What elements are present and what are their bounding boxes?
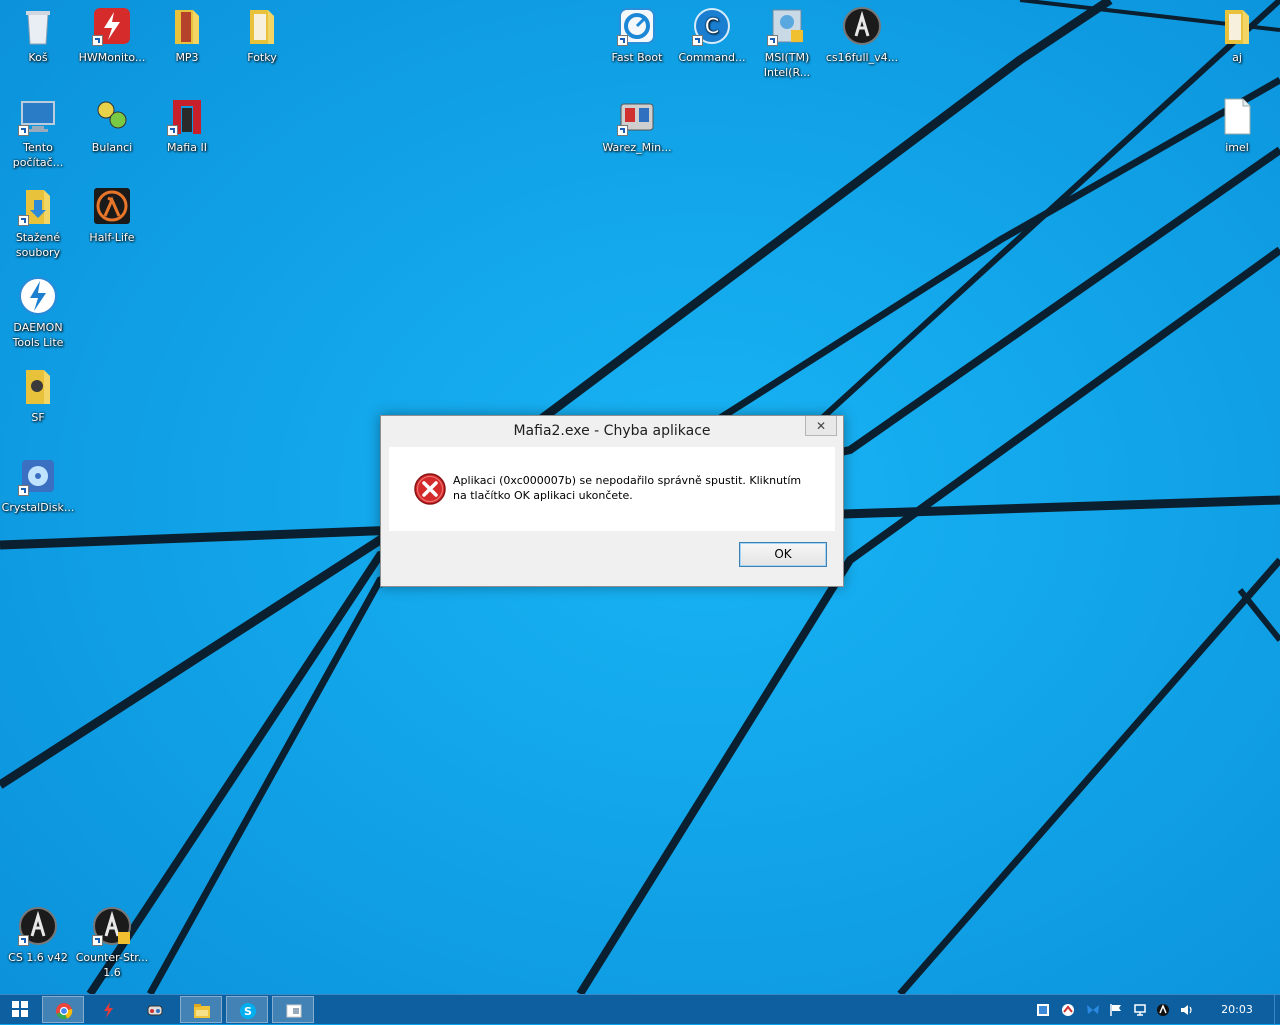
flag-icon[interactable] [1109, 1003, 1123, 1017]
volume-icon[interactable] [1180, 1003, 1194, 1017]
ok-button[interactable]: OK [739, 542, 827, 567]
recycle-bin-icon [18, 6, 58, 46]
desktop-icon-crystaldisk[interactable]: CrystalDisk... [0, 450, 76, 515]
desktop-icon-daemon-tools[interactable]: DAEMON Tools Lite [0, 270, 76, 350]
chrome-icon [56, 1003, 73, 1020]
desktop-icon-label: Command... [678, 51, 746, 64]
svg-text:C: C [705, 14, 719, 38]
folder-icon [18, 366, 58, 406]
dialog-body: Aplikaci (0xc000007b) se nepodařilo sprá… [389, 447, 835, 531]
taskbar-window[interactable] [272, 996, 314, 1023]
skype-icon: S [240, 1003, 256, 1019]
desktop-icon-aj[interactable]: aj [1199, 0, 1275, 65]
error-message: Aplikaci (0xc000007b) se nepodařilo sprá… [453, 474, 802, 502]
desktop-icon-label: Counter-Str... 1.6 [75, 951, 149, 979]
desktop-icon-cs16full[interactable]: cs16full_v4... [824, 0, 900, 65]
desktop-icon-downloads[interactable]: Stažené soubory [0, 180, 76, 260]
taskbar-game[interactable] [134, 996, 176, 1023]
error-icon [414, 473, 446, 505]
desktop-icon-label: MSI(TM) Intel(R... [763, 51, 811, 79]
desktop-icon-mp3[interactable]: MP3 [149, 0, 225, 65]
file-icon [1217, 96, 1257, 136]
desktop-icon-label: Mafia II [167, 141, 207, 154]
taskbar: S 20:03 [0, 994, 1280, 1025]
desktop-icon-half-life[interactable]: Half-Life [74, 180, 150, 245]
taskbar-hwmonitor[interactable] [88, 996, 130, 1023]
desktop-icon-label: Tento počítač... [12, 141, 64, 169]
hwmonitor-icon [104, 1002, 113, 1018]
start-button[interactable] [0, 996, 42, 1023]
desktop-icon-warez-min[interactable]: Warez_Min... [599, 90, 675, 155]
butterfly-icon[interactable] [1086, 1003, 1100, 1017]
counter-strike-icon [842, 6, 882, 46]
desktop-icon-label: CS 1.6 v42 [8, 951, 68, 964]
taskbar-file-explorer[interactable] [180, 996, 222, 1023]
folder-icon [167, 6, 207, 46]
desktop-icon-label: Bulanci [91, 141, 133, 154]
bulanci-icon [92, 96, 132, 136]
downloads-folder-icon [18, 186, 58, 226]
window-icon [286, 1004, 302, 1018]
desktop-icon-label: CrystalDisk... [1, 501, 75, 514]
desktop-icon-counter-strike[interactable]: Counter-Str... 1.6 [74, 900, 150, 980]
desktop-icon-label: Fast Boot [611, 51, 663, 64]
taskbar-skype[interactable]: S [226, 996, 268, 1023]
desktop-icon-label: Warez_Min... [602, 141, 672, 154]
desktop-icon-label: SF [31, 411, 45, 424]
network-icon[interactable] [1133, 1003, 1147, 1017]
desktop-icon-fotky[interactable]: Fotky [224, 0, 300, 65]
desktop-icon-this-pc[interactable]: Tento počítač... [0, 90, 76, 170]
desktop-icon-hwmonitor[interactable]: HWMonito... [74, 0, 150, 65]
desktop-icon-label: Stažené soubory [15, 231, 61, 259]
start-icon [12, 1001, 28, 1017]
daemon-tools-icon [18, 276, 58, 316]
desktop-icon-imel[interactable]: imel [1199, 90, 1275, 155]
desktop-icon-sf[interactable]: SF [0, 360, 76, 425]
desktop-icon-label: Koš [28, 51, 48, 64]
app-tray-icon[interactable] [1156, 1003, 1170, 1017]
computer-icon [18, 96, 58, 136]
game-icon [147, 1005, 163, 1016]
desktop-icon-label: cs16full_v4... [825, 51, 899, 64]
msi-icon [767, 6, 807, 46]
taskbar-chrome[interactable] [42, 996, 84, 1023]
folder-icon [1217, 6, 1257, 46]
dialog-title[interactable]: Mafia2.exe - Chyba aplikace [381, 416, 843, 446]
hwmonitor-icon [92, 6, 132, 46]
counter-strike-icon [18, 906, 58, 946]
desktop-icon-label: imel [1225, 141, 1249, 154]
command-center-icon: C [692, 6, 732, 46]
desktop-icon-label: Half-Life [89, 231, 135, 244]
counter-strike-icon [92, 906, 132, 946]
clock[interactable]: 20:03 [1212, 995, 1262, 1025]
warez-icon [617, 96, 657, 136]
desktop-icon-bulanci[interactable]: Bulanci [74, 90, 150, 155]
desktop-icon-fast-boot[interactable]: Fast Boot [599, 0, 675, 65]
half-life-icon [92, 186, 132, 226]
desktop-icon-label: DAEMON Tools Lite [12, 321, 64, 349]
svg-text:S: S [244, 1005, 252, 1018]
mafia-icon [167, 96, 207, 136]
dialog-footer: OK [389, 531, 835, 579]
desktop-icon-command-center[interactable]: C Command... [674, 0, 750, 65]
desktop-icon-label: Fotky [247, 51, 277, 64]
cloud-icon[interactable] [1061, 1003, 1075, 1017]
desktop-icon-recycle-bin[interactable]: Koš [0, 0, 76, 65]
network-app-icon[interactable] [1036, 1003, 1050, 1017]
desktop-icon-label: HWMonito... [78, 51, 146, 64]
show-desktop-button[interactable] [1274, 995, 1280, 1025]
fast-boot-icon [617, 6, 657, 46]
desktop-icon-label: MP3 [175, 51, 199, 64]
desktop-icon-cs16-v42[interactable]: CS 1.6 v42 [0, 900, 76, 965]
desktop-icon-mafia-ii[interactable]: Mafia II [149, 90, 225, 155]
close-button[interactable]: ✕ [805, 416, 837, 436]
file-explorer-icon [194, 1004, 210, 1018]
error-dialog: Mafia2.exe - Chyba aplikace ✕ Aplikaci (… [380, 415, 844, 587]
desktop-icon-label: aj [1232, 51, 1242, 64]
desktop-icon-msi[interactable]: MSI(TM) Intel(R... [749, 0, 825, 80]
crystaldisk-icon [18, 456, 58, 496]
folder-icon [242, 6, 282, 46]
